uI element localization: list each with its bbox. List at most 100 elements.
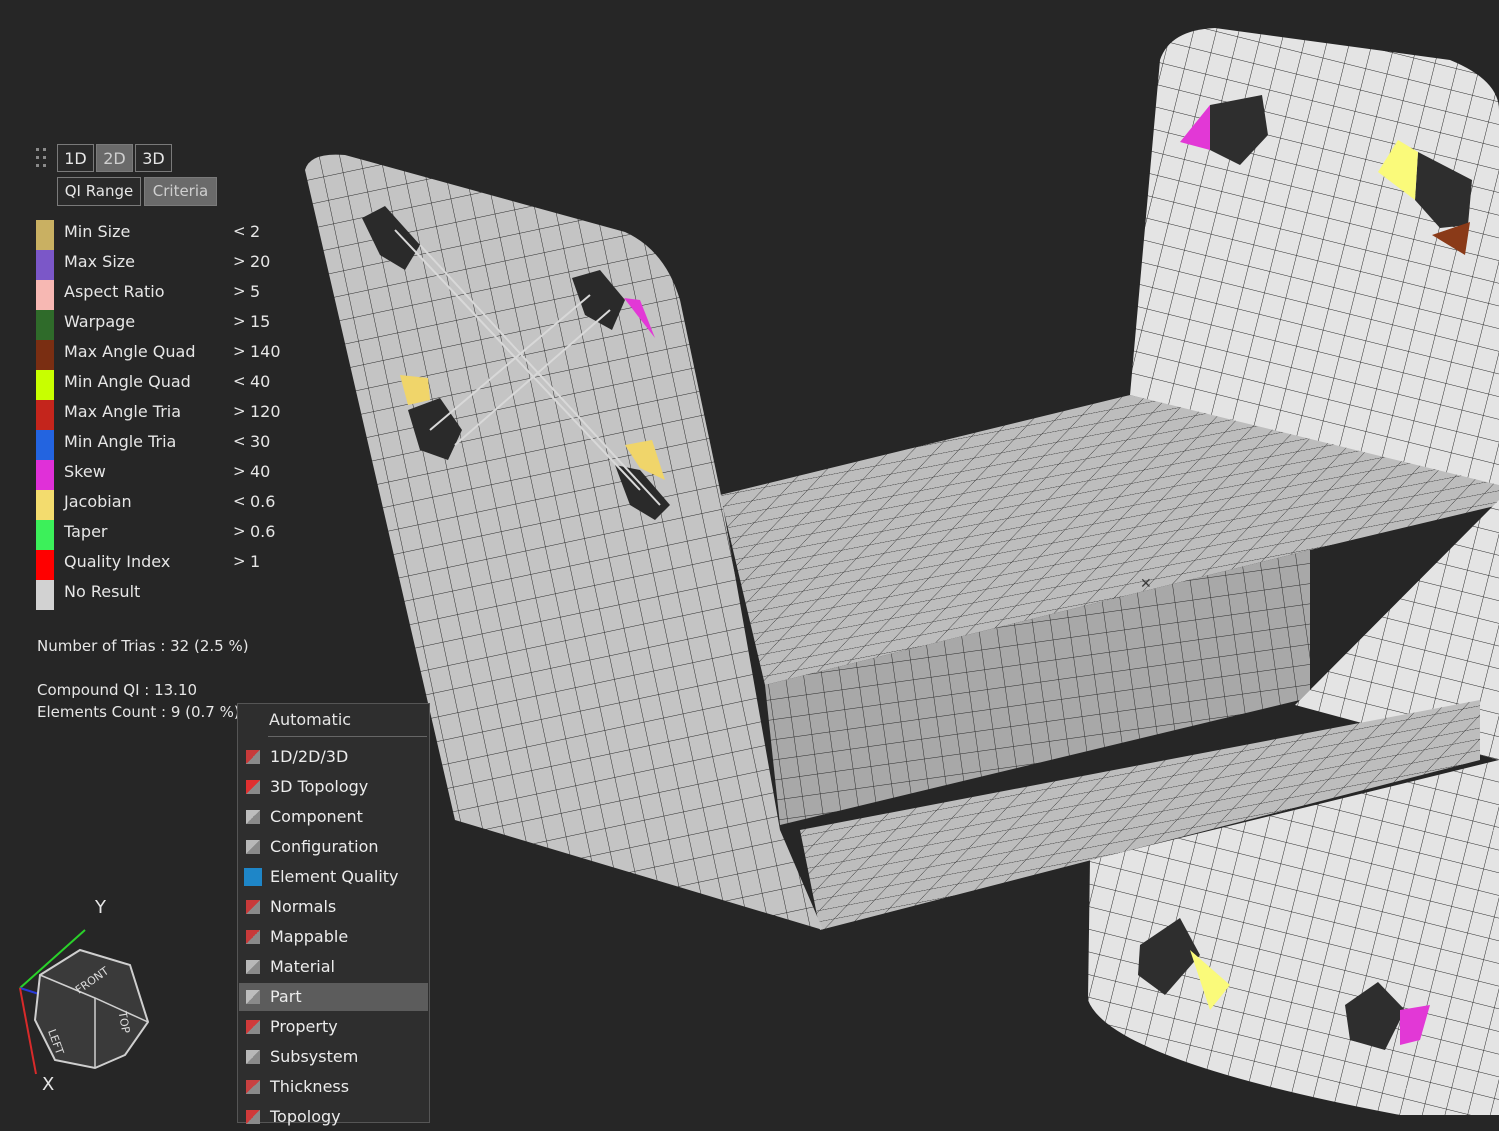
legend-row[interactable]: Max Size >20 xyxy=(36,248,296,280)
menu-item-label: 1D/2D/3D xyxy=(270,747,349,766)
legend-threshold: 140 xyxy=(250,342,281,361)
menu-item-topology[interactable]: Topology xyxy=(239,1103,428,1131)
legend-label: Jacobian xyxy=(64,492,132,511)
legend-label: Max Angle Tria xyxy=(64,402,182,421)
legend-label: Min Angle Tria xyxy=(64,432,177,451)
tab-3d[interactable]: 3D xyxy=(135,144,172,172)
legend-swatch xyxy=(36,580,54,610)
legend-label: Warpage xyxy=(64,312,136,331)
menu-item-normals[interactable]: Normals xyxy=(239,893,428,921)
legend-operator: < xyxy=(233,372,246,390)
legend-row[interactable]: Jacobian <0.6 xyxy=(36,488,296,520)
legend-row[interactable]: No Result xyxy=(36,578,296,610)
subsystem-icon xyxy=(246,1050,260,1064)
legend-swatch xyxy=(36,250,54,280)
tab-qi-range[interactable]: QI Range xyxy=(57,177,141,206)
legend-row[interactable]: Skew >40 xyxy=(36,458,296,490)
menu-item-label: Configuration xyxy=(270,837,379,856)
view-cube[interactable]: FRONT LEFT TOP xyxy=(19,929,150,1075)
topology-icon xyxy=(246,1110,260,1124)
axis-label-x: X xyxy=(42,1074,55,1095)
normals-icon xyxy=(246,900,260,914)
tab-2d[interactable]: 2D xyxy=(96,144,133,172)
legend-swatch xyxy=(36,520,54,550)
menu-item-label: Normals xyxy=(270,897,337,916)
menu-item-1d-2d-3d[interactable]: 1D/2D/3D xyxy=(239,743,428,771)
part-icon xyxy=(246,990,260,1004)
legend-swatch xyxy=(36,550,54,580)
legend-row[interactable]: Aspect Ratio >5 xyxy=(36,278,296,310)
menu-item-3d-topology[interactable]: 3D Topology xyxy=(239,773,428,801)
legend-operator: > xyxy=(233,462,246,480)
svg-text:✕: ✕ xyxy=(1140,576,1152,592)
panel-drag-handle[interactable] xyxy=(36,148,48,172)
legend-operator: > xyxy=(233,282,246,300)
legend-row[interactable]: Max Angle Tria >120 xyxy=(36,398,296,430)
menu-item-component[interactable]: Component xyxy=(239,803,428,831)
menu-item-label: Material xyxy=(270,957,335,976)
legend-swatch xyxy=(36,430,54,460)
legend-row[interactable]: Taper >0.6 xyxy=(36,518,296,550)
property-icon xyxy=(246,1020,260,1034)
menu-item-label: Topology xyxy=(270,1107,341,1126)
legend-threshold: 20 xyxy=(250,252,271,271)
menu-item-property[interactable]: Property xyxy=(239,1013,428,1041)
compound-qi: Compound QI : 13.10 xyxy=(37,681,198,699)
menu-item-thickness[interactable]: Thickness xyxy=(239,1073,428,1101)
legend-operator: > xyxy=(233,522,246,540)
menu-item-label: Mappable xyxy=(270,927,349,946)
quality-legend: Min Size <2 Max Size >20 Aspect Ratio >5 Warpa… xyxy=(36,218,296,610)
1d-2d-3d-icon xyxy=(246,750,260,764)
menu-item-part[interactable]: Part xyxy=(239,983,428,1011)
legend-operator: > xyxy=(233,552,246,570)
legend-row[interactable]: Quality Index >1 xyxy=(36,548,296,580)
legend-operator: > xyxy=(233,342,246,360)
legend-threshold: 5 xyxy=(250,282,261,301)
tab-criteria[interactable]: Criteria xyxy=(144,177,217,206)
legend-swatch xyxy=(36,310,54,340)
legend-label: Taper xyxy=(64,522,108,541)
menu-item-label: Element Quality xyxy=(270,867,399,886)
legend-label: Aspect Ratio xyxy=(64,282,165,301)
tab-1d[interactable]: 1D xyxy=(57,144,94,172)
menu-item-element-quality[interactable]: Element Quality xyxy=(239,863,428,891)
material-icon xyxy=(246,960,260,974)
menu-item-label: Subsystem xyxy=(270,1047,359,1066)
legend-row[interactable]: Max Angle Quad >140 xyxy=(36,338,296,370)
color-by-menu: Automatic 1D/2D/3D 3D Topology Component Co… xyxy=(237,703,430,1126)
legend-threshold: 40 xyxy=(250,462,271,481)
legend-row[interactable]: Warpage >15 xyxy=(36,308,296,340)
legend-label: No Result xyxy=(64,582,141,601)
menu-item-automatic[interactable]: Automatic xyxy=(238,704,429,736)
legend-row[interactable]: Min Angle Tria <30 xyxy=(36,428,296,460)
menu-item-subsystem[interactable]: Subsystem xyxy=(239,1043,428,1071)
legend-row[interactable]: Min Angle Quad <40 xyxy=(36,368,296,400)
menu-item-mappable[interactable]: Mappable xyxy=(239,923,428,951)
legend-row[interactable]: Min Size <2 xyxy=(36,218,296,250)
legend-operator: < xyxy=(233,432,246,450)
3d-topology-icon xyxy=(246,780,260,794)
legend-swatch xyxy=(36,490,54,520)
legend-threshold: 40 xyxy=(250,372,271,391)
legend-threshold: 1 xyxy=(250,552,261,571)
legend-swatch xyxy=(36,460,54,490)
legend-threshold: 0.6 xyxy=(250,492,276,511)
trias-count: Number of Trias : 32 (2.5 %) xyxy=(37,637,249,655)
legend-swatch xyxy=(36,370,54,400)
legend-label: Skew xyxy=(64,462,106,481)
legend-operator: > xyxy=(233,252,246,270)
legend-label: Quality Index xyxy=(64,552,171,571)
legend-threshold: 0.6 xyxy=(250,522,276,541)
menu-item-label: Property xyxy=(270,1017,338,1036)
legend-label: Max Size xyxy=(64,252,136,271)
legend-threshold: 15 xyxy=(250,312,271,331)
menu-item-label: Thickness xyxy=(270,1077,350,1096)
configuration-icon xyxy=(246,840,260,854)
legend-label: Min Size xyxy=(64,222,131,241)
legend-operator: > xyxy=(233,402,246,420)
menu-item-label: 3D Topology xyxy=(270,777,369,796)
legend-operator: < xyxy=(233,492,246,510)
menu-item-configuration[interactable]: Configuration xyxy=(239,833,428,861)
thickness-icon xyxy=(246,1080,260,1094)
menu-item-material[interactable]: Material xyxy=(239,953,428,981)
